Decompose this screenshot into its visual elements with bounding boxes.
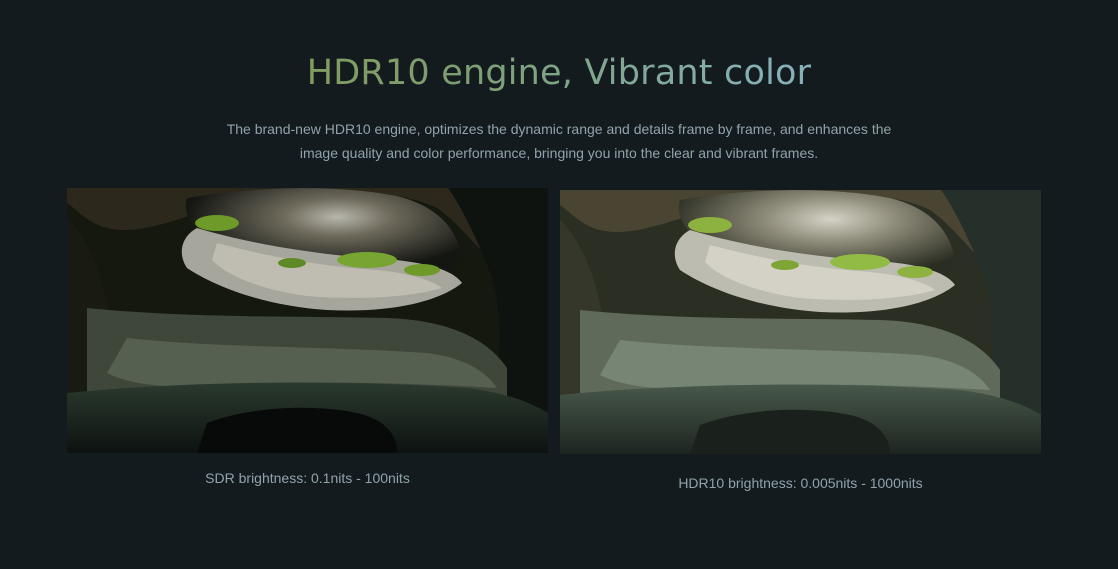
description-line-2: image quality and color performance, bri… — [299, 145, 819, 161]
hdr-cave-illustration — [560, 190, 1041, 454]
hdr-cave-image — [560, 190, 1041, 454]
sdr-cave-illustration — [67, 188, 548, 453]
sdr-cave-image — [67, 188, 548, 453]
description-line-1: The brand-new HDR10 engine, optimizes th… — [226, 121, 892, 137]
hdr-section: HDR10 engine, Vibrant color The brand-ne… — [0, 0, 1118, 569]
section-title: HDR10 engine, Vibrant color — [0, 50, 1118, 96]
sdr-caption: SDR brightness: 0.1nits - 100nits — [205, 470, 410, 486]
section-description: The brand-new HDR10 engine, optimizes th… — [200, 117, 918, 165]
hdr-caption: HDR10 brightness: 0.005nits - 1000nits — [678, 475, 923, 491]
